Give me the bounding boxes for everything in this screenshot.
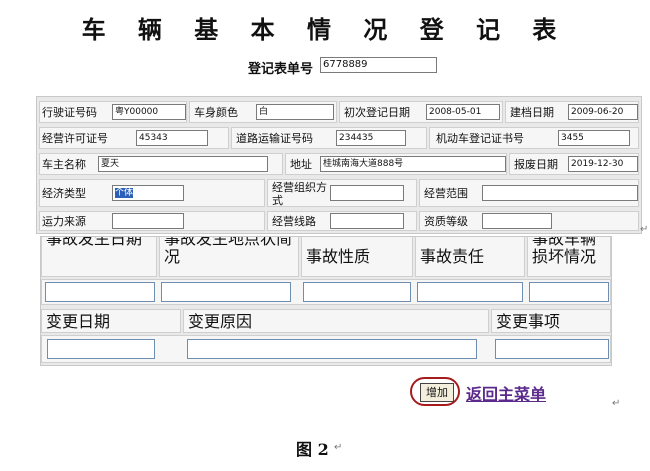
owner-label: 车主名称 [42,158,86,171]
org-mode-label: 经营组织方式 [272,181,327,207]
change-reason-input[interactable] [187,339,477,359]
change-date-label: 变更日期 [46,312,111,331]
row4-cell1: 经济类型 个体 [39,179,265,207]
econ-type-input[interactable]: 个体 [112,185,184,201]
accident-liability-label: 事故责任 [420,247,485,266]
route-label: 经营线路 [272,215,316,228]
para-mark-1: ↵ [640,224,649,235]
road-cert-input[interactable]: 234435 [336,130,406,146]
accident-place-label: 事故发生地点状简况 [164,236,293,266]
first-reg-label: 初次登记日期 [344,106,410,119]
vehicle-info-panel: 行驶证号码 粤Y00000 车身颜色 白 初次登记日期 2008-05-01 建… [36,96,642,234]
color-input[interactable]: 白 [256,104,334,120]
archive-date-input[interactable]: 2009-06-20 [568,104,638,120]
para-mark-2: ↵ [612,398,621,409]
reg-no-input[interactable]: 6778889 [320,57,437,73]
scrap-date-label: 报废日期 [514,158,558,171]
accident-col3-cell: 事故性质 [301,237,413,277]
change-col2-cell: 变更原因 [183,309,489,333]
row5-cell2: 经营线路 [267,211,417,231]
econ-type-value: 个体 [115,188,134,198]
accident-nature-input[interactable] [303,282,411,302]
accident-col5-cell: 事故车辆损坏情况 [527,236,611,277]
accident-nature-label: 事故性质 [306,247,371,266]
accident-place-input[interactable] [161,282,291,302]
capacity-source-label: 运力来源 [42,215,86,228]
scope-input[interactable] [482,185,638,201]
org-mode-input[interactable] [330,185,404,201]
vehicle-reg-cert-label: 机动车登记证书号 [436,132,524,145]
econ-type-label: 经济类型 [42,187,86,200]
permit-no-input[interactable]: 45343 [136,130,208,146]
accident-damage-input[interactable] [529,282,609,302]
row4-cell3: 经营范围 [419,179,639,207]
back-to-main-menu-link[interactable]: 返回主菜单 [466,381,546,405]
route-input[interactable] [330,213,404,229]
color-label: 车身颜色 [194,106,238,119]
accident-date-label: 事故发生日期 [46,236,143,248]
row4-cell2: 经营组织方式 [267,179,417,207]
address-label: 地址 [290,158,312,171]
license-no-label: 行驶证号码 [42,106,97,119]
row5-cell3: 资质等级 [419,211,639,231]
accident-col1-cell: 事故发生日期 [41,236,157,277]
change-item-input[interactable] [495,339,609,359]
change-item-label: 变更事项 [496,312,561,331]
accident-change-panel: 事故发生日期 事故发生地点状简况 事故性质 事故责任 事故车辆损坏情况 变更日期… [40,236,612,366]
reg-no-label: 登记表单号 [248,62,314,77]
change-reason-label: 变更原因 [188,312,253,331]
row3-cell2: 地址 桂城南海大道888号 [285,153,507,175]
change-col1-cell: 变更日期 [41,309,181,333]
archive-date-label: 建档日期 [510,106,554,119]
vehicle-reg-cert-input[interactable]: 3455 [558,130,630,146]
address-input[interactable]: 桂城南海大道888号 [320,156,506,172]
figure-caption: 图 2 [296,440,329,459]
row2-cell3: 机动车登记证书号 3455 [429,127,639,149]
accident-col4-cell: 事故责任 [415,237,525,277]
scrap-date-input[interactable]: 2019-12-30 [568,156,638,172]
add-button[interactable]: 增加 [420,383,454,402]
row3-cell1: 车主名称 夏天 [39,153,283,175]
row1-cell3: 初次登记日期 2008-05-01 [339,101,503,123]
para-mark-3: ↵ [334,442,343,453]
accident-damage-label: 事故车辆损坏情况 [532,236,597,266]
license-no-input[interactable]: 粤Y00000 [112,104,186,120]
scope-label: 经营范围 [424,187,468,200]
row1-cell1: 行驶证号码 粤Y00000 [39,101,187,123]
accident-liability-input[interactable] [417,282,523,302]
row2-cell2: 道路运输证号码 234435 [231,127,427,149]
qualification-input[interactable] [482,213,552,229]
row5-cell1: 运力来源 [39,211,265,231]
page-title: 车 辆 基 本 情 况 登 记 表 [81,15,569,44]
change-col3-cell: 变更事项 [491,309,611,333]
accident-col2-cell: 事故发生地点状简况 [159,236,299,277]
row2-cell1: 经营许可证号 45343 [39,127,229,149]
permit-no-label: 经营许可证号 [42,132,108,145]
owner-input[interactable]: 夏天 [98,156,268,172]
first-reg-input[interactable]: 2008-05-01 [426,104,500,120]
change-date-input[interactable] [47,339,155,359]
row1-cell2: 车身颜色 白 [189,101,337,123]
row3-cell3: 报废日期 2019-12-30 [509,153,639,175]
row1-cell4: 建档日期 2009-06-20 [505,101,639,123]
accident-date-input[interactable] [45,282,155,302]
qualification-label: 资质等级 [424,215,468,228]
road-cert-label: 道路运输证号码 [236,132,313,145]
add-button-highlight: 增加 [410,377,460,406]
capacity-source-input[interactable] [112,213,184,229]
